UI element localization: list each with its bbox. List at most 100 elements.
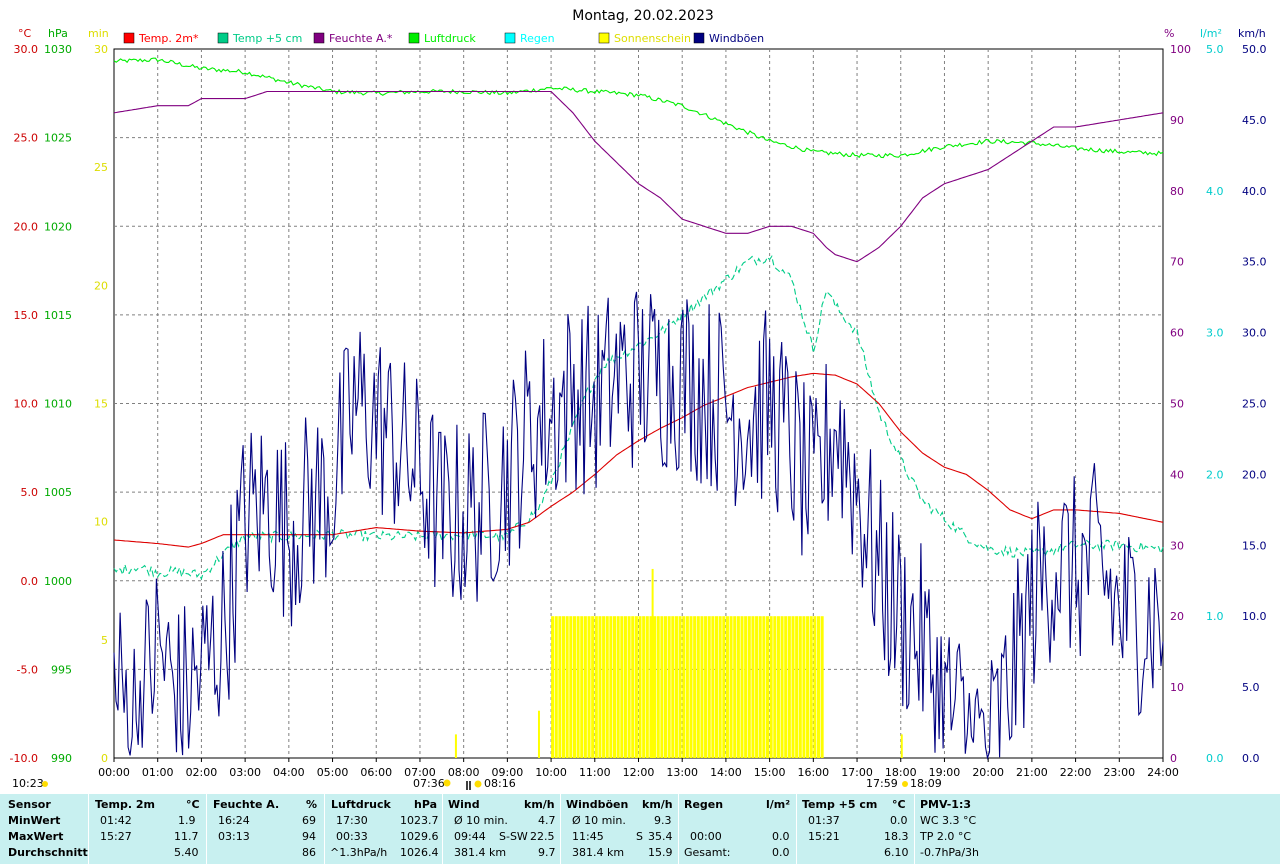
- sunshine-bar: [809, 616, 813, 758]
- unit-sun: min: [88, 27, 109, 40]
- sunshine-bar: [554, 616, 558, 758]
- tick-pressure: 1005: [44, 486, 72, 499]
- temp5-min: 0.0: [890, 814, 908, 827]
- sunshine-bar: [602, 616, 606, 758]
- wind-max-value: 22.5: [530, 830, 555, 843]
- humidity-avg: 86: [302, 846, 316, 859]
- stats-unit-wind: km/h: [524, 798, 555, 811]
- sunshine-bar: [682, 616, 686, 758]
- sunshine-bar: [718, 616, 722, 758]
- gusts-max-dir: S: [636, 830, 643, 843]
- tick-wind: 10.0: [1242, 610, 1267, 623]
- x-tick-label: 06:00: [360, 766, 392, 779]
- sunshine-bar: [751, 616, 755, 758]
- tick-wind: 15.0: [1242, 539, 1267, 552]
- tick-rain: 1.0: [1206, 610, 1224, 623]
- tick-temp: 30.0: [14, 43, 39, 56]
- tick-temp: 0.0: [21, 575, 39, 588]
- moon-icon: [902, 781, 908, 787]
- stats-header-sensor: Sensor: [8, 798, 51, 811]
- stats-row-max: MaxWert: [8, 830, 64, 843]
- moon-label: 18:09: [910, 777, 942, 790]
- tick-humidity: 100: [1170, 43, 1191, 56]
- sunset-label: 17:59: [866, 777, 898, 790]
- sunshine-bar: [656, 616, 660, 758]
- sunshine-bar: [537, 710, 540, 758]
- sunshine-bar: [791, 616, 795, 758]
- sunshine-bar: [580, 616, 584, 758]
- sunshine-bar: [704, 616, 708, 758]
- sunshine-bar: [660, 616, 664, 758]
- legend-label: Sonnenschein: [614, 32, 691, 45]
- tick-humidity: 70: [1170, 256, 1184, 269]
- humidity-min-time: 16:24: [218, 814, 250, 827]
- tick-wind: 25.0: [1242, 398, 1267, 411]
- tick-temp: -10.0: [10, 752, 38, 765]
- pressure-min-time: 17:30: [336, 814, 368, 827]
- gusts-avg10-value: 9.3: [654, 814, 672, 827]
- sunshine-bar: [572, 616, 576, 758]
- sunshine-bar: [576, 616, 580, 758]
- sunshine-bar: [591, 616, 595, 758]
- x-tick-label: 23:00: [1103, 766, 1135, 779]
- sunshine-bar: [722, 616, 726, 758]
- stats-header-gusts: Windböen: [566, 798, 629, 811]
- sunshine-bar: [631, 616, 635, 758]
- sunshine-bar: [806, 616, 810, 758]
- sunshine-bar: [693, 616, 697, 758]
- corner-time: 10:23: [12, 777, 44, 790]
- temp5-max-time: 15:21: [808, 830, 840, 843]
- sunshine-bar: [671, 616, 675, 758]
- sunshine-bar: [674, 616, 678, 758]
- sunshine-bar: [707, 616, 711, 758]
- chart-legend: Temp. 2m* Temp +5 cm Feuchte A.* Luftdruck R…: [123, 32, 764, 45]
- tick-pressure: 990: [51, 752, 72, 765]
- sunshine-bar: [605, 616, 609, 758]
- sunshine-bar: [623, 616, 627, 758]
- sunshine-bar: [802, 616, 806, 758]
- tick-pressure: 1015: [44, 309, 72, 322]
- sunshine-bar: [587, 616, 591, 758]
- stats-unit-gusts: km/h: [642, 798, 673, 811]
- stats-header-temp2m: Temp. 2m: [95, 798, 155, 811]
- sunshine-bar: [784, 616, 788, 758]
- sunshine-bar: [744, 616, 748, 758]
- gusts-max-time: 11:45: [572, 830, 604, 843]
- temp2m-max: 11.7: [174, 830, 199, 843]
- temp5-avg: 6.10: [884, 846, 909, 859]
- wind-max-dir: S-SW: [499, 830, 528, 843]
- x-tick-label: 22:00: [1060, 766, 1092, 779]
- sunshine-bar: [755, 616, 759, 758]
- sunshine-bar: [651, 568, 654, 758]
- tick-temp: 15.0: [14, 309, 39, 322]
- tick-temp: 10.0: [14, 398, 39, 411]
- x-tick-label: 15:00: [754, 766, 786, 779]
- temp2m-min: 1.9: [178, 814, 196, 827]
- x-tick-label: 04:00: [273, 766, 305, 779]
- wind-max-time: 09:44: [454, 830, 486, 843]
- stats-row-min: MinWert: [8, 814, 61, 827]
- unit-pressure: hPa: [48, 27, 68, 40]
- legend-swatch: [693, 32, 705, 44]
- sunshine-bar: [594, 616, 598, 758]
- sunshine-bar: [798, 616, 802, 758]
- tick-sun: 25: [94, 161, 108, 174]
- humidity-min: 69: [302, 814, 316, 827]
- temp2m-max-time: 15:27: [100, 830, 132, 843]
- sunshine-bar: [700, 616, 704, 758]
- tick-humidity: 30: [1170, 539, 1184, 552]
- sunrise-label: 07:36: [413, 777, 445, 790]
- stats-header-humidity: Feuchte A.: [213, 798, 280, 811]
- tick-rain: 0.0: [1206, 752, 1224, 765]
- sunshine-bar: [795, 616, 799, 758]
- tick-pressure: 1030: [44, 43, 72, 56]
- sunshine-bar: [598, 616, 602, 758]
- stats-unit-temp2m: °C: [186, 798, 200, 811]
- tick-rain: 4.0: [1206, 185, 1224, 198]
- sunshine-bar: [733, 616, 737, 758]
- tick-temp: 25.0: [14, 132, 39, 145]
- legend-label: Temp. 2m*: [138, 32, 199, 45]
- sun-icon: [474, 780, 482, 788]
- tick-humidity: 40: [1170, 468, 1184, 481]
- legend-swatch: [123, 32, 135, 44]
